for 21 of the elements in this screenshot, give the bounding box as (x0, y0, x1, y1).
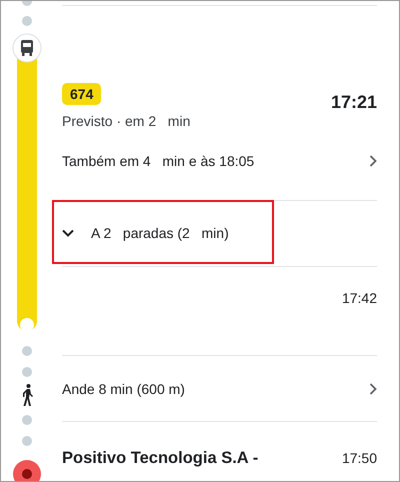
bus-icon (12, 34, 42, 62)
status-text: Previsto · em 2 min (62, 113, 190, 129)
chevron-right-icon (369, 382, 377, 394)
chevron-right-icon (369, 155, 377, 167)
destination-pin-icon (13, 460, 41, 481)
next-departures-link[interactable]: Também em 4 min e às 18:05 (62, 141, 377, 181)
stop-marker (20, 318, 34, 332)
route-badge: 674 (62, 83, 102, 105)
stops-toggle[interactable]: A 2 paradas (2 min) (62, 201, 229, 264)
stop-dot (22, 16, 32, 26)
arrival-time: 17:42 (342, 290, 377, 306)
walking-person-icon (23, 384, 33, 406)
stop-dot (22, 367, 32, 377)
walk-directions-link[interactable]: Ande 8 min (600 m) (62, 356, 377, 421)
stop-dot (22, 415, 32, 425)
destination-time: 17:50 (342, 450, 377, 466)
stop-dot (22, 346, 32, 356)
departure-time: 17:21 (330, 92, 377, 112)
chevron-down-icon (62, 228, 74, 236)
destination-name: Positivo Tecnologia S.A - (62, 448, 258, 468)
stop-dot (22, 436, 32, 446)
